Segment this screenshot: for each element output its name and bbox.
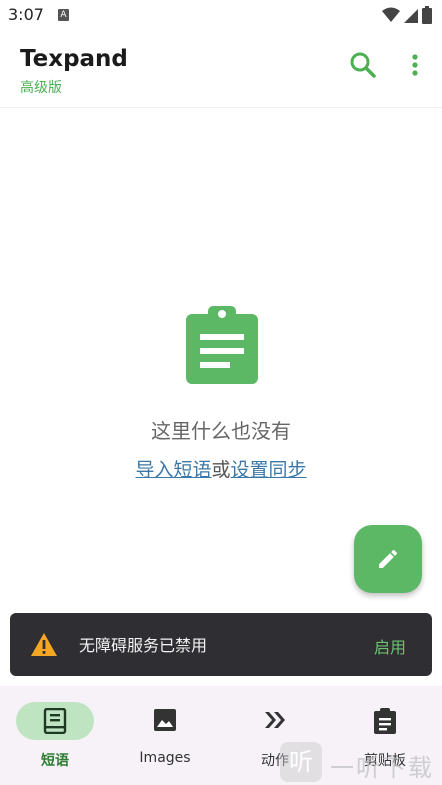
add-phrase-fab[interactable] <box>354 525 422 593</box>
edit-icon <box>379 549 398 568</box>
watermark-text: 一听下载 <box>330 754 434 782</box>
search-button[interactable] <box>348 50 378 80</box>
app-title: Texpand <box>20 46 128 72</box>
import-phrases-link[interactable]: 导入短语 <box>135 459 211 481</box>
snackbar-message: 无障碍服务已禁用 <box>79 636 208 655</box>
battery-icon <box>422 6 432 24</box>
more-options-button[interactable] <box>402 50 428 80</box>
nav-item-phrases[interactable]: 短语 <box>0 686 110 785</box>
image-icon <box>154 709 176 731</box>
notification-icon: A <box>58 9 69 21</box>
setup-sync-link[interactable]: 设置同步 <box>231 459 307 481</box>
status-bar: 3:07 A <box>0 0 442 32</box>
clipboard-icon <box>374 708 396 734</box>
book-icon <box>43 708 67 734</box>
empty-state-message: 这里什么也没有 <box>151 419 291 443</box>
status-icons <box>382 6 432 24</box>
empty-state-separator: 或 <box>211 459 231 481</box>
empty-clipboard-icon <box>186 306 258 384</box>
app-subtitle: 高级版 <box>20 80 62 96</box>
watermark: 听 一听下载 <box>280 742 440 785</box>
enable-button[interactable]: 启用 <box>374 634 406 658</box>
wifi-icon <box>382 7 400 22</box>
nav-label-phrases: 短语 <box>41 753 69 769</box>
warning-icon <box>31 633 57 656</box>
double-chevron-icon <box>265 712 285 728</box>
nav-label-images: Images <box>139 750 191 766</box>
status-time: 3:07 <box>8 5 44 24</box>
app-bar: Texpand 高级版 <box>0 32 442 108</box>
more-vert-icon <box>412 54 418 76</box>
nav-item-images[interactable]: Images <box>110 686 220 785</box>
snackbar: 无障碍服务已禁用 启用 <box>10 613 432 676</box>
empty-state-actions: 导入短语或设置同步 <box>0 455 442 482</box>
search-icon <box>350 52 376 78</box>
watermark-badge: 听 <box>280 742 322 782</box>
signal-icon <box>404 9 418 23</box>
